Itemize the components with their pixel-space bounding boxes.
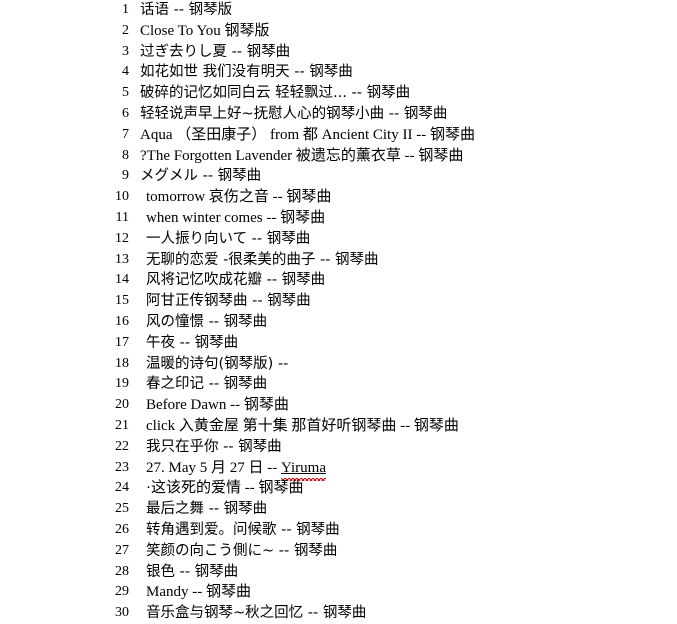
list-item-number: 23 <box>115 459 129 475</box>
list-item[interactable]: 13 无聊的恋爱 -很柔美的曲子 -- 钢琴曲 <box>0 250 677 271</box>
list-item-number: 24 <box>115 480 129 496</box>
list-item-number: 9 <box>122 168 129 184</box>
list-item-title[interactable]: tomorrow 哀伤之音 -- 钢琴曲 <box>146 187 331 208</box>
list-item-number: 22 <box>115 438 129 454</box>
list-item-number: 4 <box>122 64 129 80</box>
track-list: 1 话语 -- 钢琴版 2 Close To You 钢琴版 3 过ぎ去りし夏 -- 钢琴… <box>0 0 677 624</box>
list-item-title[interactable]: 风将记忆吹成花瓣 -- 钢琴曲 <box>146 270 325 291</box>
list-item[interactable]: 27 笑颜の向こう側に~ -- 钢琴曲 <box>0 541 677 562</box>
list-item-title[interactable]: 转角遇到爱。问候歌 -- 钢琴曲 <box>146 520 340 541</box>
list-item-number: 28 <box>115 563 129 579</box>
list-item-number: 2 <box>122 22 129 38</box>
list-item-number: 11 <box>115 209 129 225</box>
list-item-number: 1 <box>122 2 129 17</box>
list-item[interactable]: 26 转角遇到爱。问候歌 -- 钢琴曲 <box>0 520 677 541</box>
list-item[interactable]: 2 Close To You 钢琴版 <box>0 21 677 42</box>
list-item-number: 20 <box>115 397 129 413</box>
list-item[interactable]: 21 click 入黄金屋 第十集 那首好听钢琴曲 -- 钢琴曲 <box>0 416 677 437</box>
list-item-title[interactable]: 阿甘正传钢琴曲 -- 钢琴曲 <box>146 291 311 312</box>
list-item-number: 29 <box>115 584 129 600</box>
list-item-title[interactable]: 轻轻说声早上好~抚慰人心的钢琴小曲 -- 钢琴曲 <box>140 104 447 125</box>
list-item-title[interactable]: 无聊的恋爱 -很柔美的曲子 -- 钢琴曲 <box>146 250 379 271</box>
list-item-title-text: 27. May 5 月 27 日 -- <box>146 459 281 476</box>
list-item-number: 8 <box>122 147 129 163</box>
list-item-title[interactable]: 一人振り向いて -- 钢琴曲 <box>146 229 310 250</box>
list-item-title[interactable]: when winter comes -- 钢琴曲 <box>146 208 325 229</box>
list-item[interactable]: 17 午夜 -- 钢琴曲 <box>0 333 677 354</box>
list-item[interactable]: 10 tomorrow 哀伤之音 -- 钢琴曲 <box>0 187 677 208</box>
list-item[interactable]: 28 银色 -- 钢琴曲 <box>0 562 677 583</box>
list-item-number: 13 <box>115 251 129 267</box>
list-item-title[interactable]: 27. May 5 月 27 日 -- Yiruma <box>146 458 326 482</box>
list-item[interactable]: 20 Before Dawn -- 钢琴曲 <box>0 395 677 416</box>
list-item[interactable]: 29 Mandy -- 钢琴曲 <box>0 582 677 603</box>
list-item-number: 17 <box>115 334 129 350</box>
list-item-title[interactable]: 过ぎ去りし夏 -- 钢琴曲 <box>140 42 290 63</box>
list-item[interactable]: 9 メグメル -- 钢琴曲 <box>0 166 677 187</box>
list-item[interactable]: 22 我只在乎你 -- 钢琴曲 <box>0 437 677 458</box>
list-item[interactable]: 1 话语 -- 钢琴版 <box>0 0 677 21</box>
list-item-number: 5 <box>122 85 129 101</box>
list-item-number: 19 <box>115 376 129 392</box>
list-item-title[interactable]: click 入黄金屋 第十集 那首好听钢琴曲 -- 钢琴曲 <box>146 416 459 437</box>
list-item-number: 6 <box>122 105 129 121</box>
list-item-number: 14 <box>115 272 129 288</box>
list-item[interactable]: 12 一人振り向いて -- 钢琴曲 <box>0 229 677 250</box>
list-item-number: 10 <box>115 189 129 205</box>
list-item-title[interactable]: 银色 -- 钢琴曲 <box>146 562 238 583</box>
list-item[interactable]: 25 最后之舞 -- 钢琴曲 <box>0 499 677 520</box>
list-item-title[interactable]: 破碎的记忆如同白云 轻轻飘过... -- 钢琴曲 <box>140 83 410 104</box>
list-item-title[interactable]: 午夜 -- 钢琴曲 <box>146 333 238 354</box>
list-item-title[interactable]: 音乐盒与钢琴~秋之回忆 -- 钢琴曲 <box>146 603 366 624</box>
list-item[interactable]: 6 轻轻说声早上好~抚慰人心的钢琴小曲 -- 钢琴曲 <box>0 104 677 125</box>
list-item[interactable]: 30 音乐盒与钢琴~秋之回忆 -- 钢琴曲 <box>0 603 677 624</box>
list-item[interactable]: 24 ·这该死的爱情 -- 钢琴曲 <box>0 478 677 499</box>
list-item-number: 21 <box>115 417 129 433</box>
list-item-number: 27 <box>115 542 129 558</box>
list-item-title[interactable]: 如花如世 我们没有明天 -- 钢琴曲 <box>140 62 353 83</box>
list-item-title[interactable]: 温暖的诗句(钢琴版) -- <box>146 354 288 375</box>
list-item[interactable]: 19 春之印记 -- 钢琴曲 <box>0 374 677 395</box>
list-item-title[interactable]: Aqua （圣田康子） from 都 Ancient City II -- 钢琴… <box>140 125 475 146</box>
list-item[interactable]: 16 风の憧憬 -- 钢琴曲 <box>0 312 677 333</box>
list-item-title[interactable]: Mandy -- 钢琴曲 <box>146 582 251 603</box>
list-item[interactable]: 8 ?The Forgotten Lavender 被遗忘的薰衣草 -- 钢琴曲 <box>0 146 677 167</box>
list-item-number: 7 <box>122 126 129 142</box>
list-item[interactable]: 23 27. May 5 月 27 日 -- Yiruma <box>0 458 677 482</box>
list-item-title[interactable]: 最后之舞 -- 钢琴曲 <box>146 499 267 520</box>
list-item[interactable]: 14 风将记忆吹成花瓣 -- 钢琴曲 <box>0 270 677 291</box>
list-item[interactable]: 4 如花如世 我们没有明天 -- 钢琴曲 <box>0 62 677 83</box>
list-item-title[interactable]: ?The Forgotten Lavender 被遗忘的薰衣草 -- 钢琴曲 <box>140 146 463 167</box>
list-item[interactable]: 7 Aqua （圣田康子） from 都 Ancient City II -- 钢… <box>0 125 677 146</box>
list-item-number: 18 <box>115 355 129 371</box>
list-item-title[interactable]: 我只在乎你 -- 钢琴曲 <box>146 437 282 458</box>
list-item-number: 3 <box>122 43 129 59</box>
spellcheck-misspelled-word[interactable]: Yiruma <box>281 458 326 482</box>
list-item-title[interactable]: 话语 -- 钢琴版 <box>140 0 232 21</box>
list-item-number: 26 <box>115 521 129 537</box>
list-item-title[interactable]: 笑颜の向こう側に~ -- 钢琴曲 <box>146 541 337 562</box>
list-item[interactable]: 15 阿甘正传钢琴曲 -- 钢琴曲 <box>0 291 677 312</box>
list-item-number: 25 <box>115 501 129 517</box>
list-item[interactable]: 11 when winter comes -- 钢琴曲 <box>0 208 677 229</box>
list-item-title[interactable]: 风の憧憬 -- 钢琴曲 <box>146 312 267 333</box>
list-item[interactable]: 18 温暖的诗句(钢琴版) -- <box>0 354 677 375</box>
list-item-number: 16 <box>115 313 129 329</box>
list-item-number: 15 <box>115 293 129 309</box>
list-item[interactable]: 3 过ぎ去りし夏 -- 钢琴曲 <box>0 42 677 63</box>
list-item-title[interactable]: 春之印记 -- 钢琴曲 <box>146 374 267 395</box>
list-item-number: 30 <box>115 605 129 621</box>
list-item-title[interactable]: メグメル -- 钢琴曲 <box>140 166 261 187</box>
list-item-title[interactable]: Before Dawn -- 钢琴曲 <box>146 395 289 416</box>
list-item-title[interactable]: Close To You 钢琴版 <box>140 21 270 42</box>
list-item[interactable]: 5 破碎的记忆如同白云 轻轻飘过... -- 钢琴曲 <box>0 83 677 104</box>
list-item-title[interactable]: ·这该死的爱情 -- 钢琴曲 <box>146 478 304 499</box>
list-item-number: 12 <box>115 230 129 246</box>
